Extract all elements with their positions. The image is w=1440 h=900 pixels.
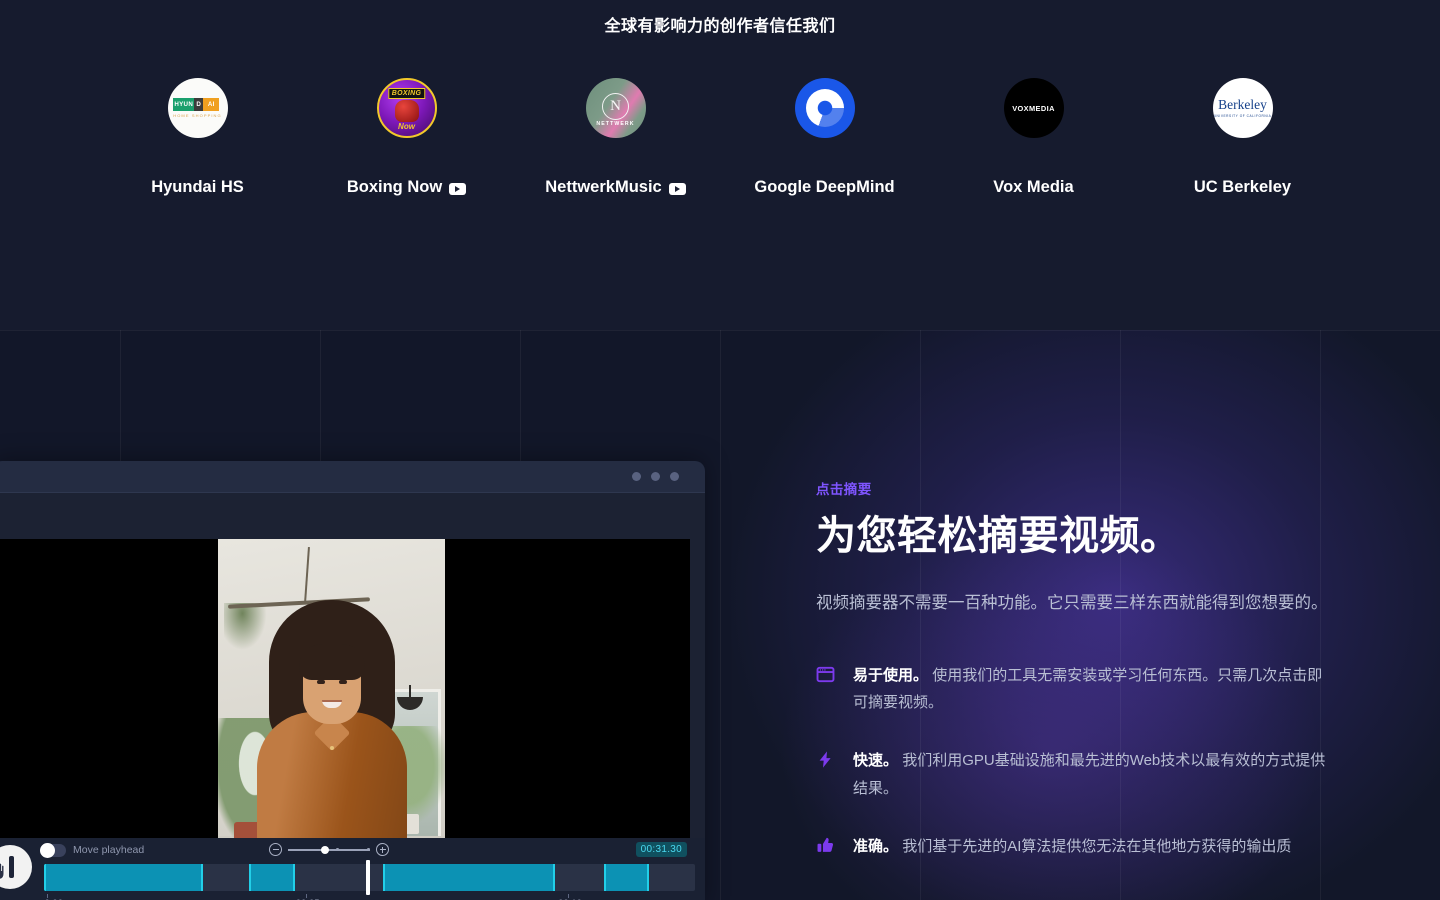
brand-label: Boxing Now — [346, 178, 467, 197]
brand-label: UC Berkeley — [1194, 178, 1291, 197]
timeline-clip[interactable] — [603, 864, 650, 891]
timeline-clip[interactable] — [44, 864, 204, 891]
eyebrow-label: 点击摘要 — [816, 482, 872, 497]
feature-item-accurate: 准确。 我们基于先进的AI算法提供您无法在其他地方获得的输出质 — [816, 833, 1336, 861]
brand-logo-row: HYUN D AI HOME SHOPPING Hyundai HS BOXIN… — [0, 78, 1440, 197]
brand-label-text: Google DeepMind — [754, 178, 895, 196]
lightning-bolt-icon — [816, 747, 836, 774]
deepmind-swirl-shape — [805, 89, 844, 127]
brand-label-text: UC Berkeley — [1193, 178, 1292, 196]
timeline-playhead[interactable] — [365, 860, 370, 895]
toggle-knob — [40, 843, 55, 858]
google-deepmind-logo — [794, 78, 855, 138]
brand-item-boxing-now[interactable]: BOXING Now Boxing Now — [302, 78, 511, 197]
thumbs-up-icon — [816, 833, 836, 860]
brand-label-text: Vox Media — [993, 178, 1074, 196]
timeline-controls: Move playhead 00:31.30 — [0, 838, 705, 864]
brand-item-vox-media[interactable]: VOXMEDIA Vox Media — [929, 78, 1138, 197]
hyundai-wordmark-right: AI — [203, 98, 220, 111]
youtube-icon — [449, 182, 467, 195]
trusted-by-section: 全球有影响力的创作者信任我们 HYUN D AI HOME SHOPPING H — [0, 0, 1440, 330]
hyundai-subtext: HOME SHOPPING — [173, 113, 222, 118]
plus-circle-icon[interactable] — [376, 843, 389, 856]
lede-paragraph: 视频摘要器不需要一百种功能。它只需要三样东西就能得到您想要的。 — [816, 594, 1328, 613]
zoom-slider-handle[interactable] — [321, 845, 329, 854]
nettwerk-subtext: NETTWERK — [596, 121, 635, 127]
brand-label-text: Hyundai HS — [151, 178, 244, 196]
berkeley-subtext: UNIVERSITY OF CALIFORNIA — [1213, 113, 1272, 118]
brand-label-text: NettwerkMusic — [545, 178, 662, 196]
feature-title: 快速。 — [853, 752, 899, 770]
window-dot-icon[interactable] — [632, 472, 641, 481]
zoom-slider-tick — [367, 848, 370, 851]
hyundai-wordmark-left: HYUN — [173, 98, 195, 111]
window-dots — [632, 472, 679, 481]
video-preview-stage[interactable] — [0, 539, 690, 862]
nettwerk-monogram: N — [602, 92, 629, 120]
move-playhead-toggle[interactable] — [40, 843, 66, 858]
berkeley-wordmark: Berkeley — [1218, 97, 1267, 113]
vox-wordmark: VOXMEDIA — [1012, 103, 1055, 113]
zoom-slider-tick — [336, 848, 339, 851]
zoom-control[interactable] — [269, 843, 389, 856]
zoom-slider-track — [288, 849, 370, 851]
brand-label: Google DeepMind — [754, 178, 894, 197]
boxing-glove-shape — [394, 100, 419, 122]
video-editor-window: Move playhead 00:31.30 — [0, 461, 705, 900]
editor-titlebar — [0, 461, 705, 493]
window-dot-icon[interactable] — [651, 472, 660, 481]
editor-body: Move playhead 00:31.30 — [0, 493, 705, 900]
uc-berkeley-logo: Berkeley UNIVERSITY OF CALIFORNIA — [1212, 78, 1273, 138]
feature-item-easy-to-use: 易于使用。 使用我们的工具无需安装或学习任何东西。只需几次点击即可摘要视频。 — [816, 662, 1336, 718]
timecode-badge: 00:31.30 — [635, 842, 687, 857]
grab-cursor-icon — [0, 862, 5, 880]
feature-text: 准确。 我们基于先进的AI算法提供您无法在其他地方获得的输出质 — [853, 833, 1291, 861]
zoom-slider[interactable] — [288, 843, 370, 856]
youtube-icon — [668, 182, 686, 195]
feature-text: 快速。 我们利用GPU基础设施和最先进的Web技术以最有效的方式提供结果。 — [853, 747, 1336, 803]
video-frame — [218, 539, 445, 862]
nettwerk-music-logo: N NETTWERK — [585, 78, 646, 138]
feature-copy-panel: 点击摘要 为您轻松摘要视频。 视频摘要器不需要一百种功能。它只需要三样东西就能得… — [816, 478, 1336, 891]
feature-item-fast: 快速。 我们利用GPU基础设施和最先进的Web技术以最有效的方式提供结果。 — [816, 747, 1336, 803]
page-title: 为您轻松摘要视频。 — [816, 514, 1181, 558]
feature-body: 我们基于先进的AI算法提供您无法在其他地方获得的输出质 — [902, 838, 1292, 856]
hyundai-wordmark-mid: D — [194, 98, 204, 111]
move-playhead-label: Move playhead — [73, 844, 145, 856]
boxing-wordmark: BOXING — [387, 88, 426, 99]
timeline-bar: Move playhead 00:31.30 — [0, 838, 705, 900]
hyundai-home-shopping-logo: HYUN D AI HOME SHOPPING — [167, 78, 228, 138]
minus-circle-icon[interactable] — [269, 843, 282, 856]
brand-label: Vox Media — [993, 178, 1073, 197]
feature-text: 易于使用。 使用我们的工具无需安装或学习任何东西。只需几次点击即可摘要视频。 — [853, 662, 1336, 718]
timeline-ruler: 0:00 00:05 00:10 — [44, 894, 695, 900]
feature-list: 易于使用。 使用我们的工具无需安装或学习任何东西。只需几次点击即可摘要视频。 快… — [816, 662, 1336, 861]
timeline-clip[interactable] — [249, 864, 295, 891]
drag-handle-bar — [8, 856, 14, 878]
brand-item-hyundai-hs[interactable]: HYUN D AI HOME SHOPPING Hyundai HS — [93, 78, 302, 197]
brand-item-nettwerkmusic[interactable]: N NETTWERK NettwerkMusic — [511, 78, 720, 197]
window-dot-icon[interactable] — [670, 472, 679, 481]
brand-label-text: Boxing Now — [346, 178, 443, 196]
page-root: 全球有影响力的创作者信任我们 HYUN D AI HOME SHOPPING H — [0, 0, 1440, 900]
boxing-now-subtext: Now — [398, 122, 415, 131]
feature-title: 易于使用。 — [853, 666, 929, 684]
feature-body: 我们利用GPU基础设施和最先进的Web技术以最有效的方式提供结果。 — [853, 752, 1326, 798]
brand-item-uc-berkeley[interactable]: Berkeley UNIVERSITY OF CALIFORNIA UC Ber… — [1138, 78, 1347, 197]
brand-label: NettwerkMusic — [545, 178, 686, 197]
brand-item-google-deepmind[interactable]: Google DeepMind — [720, 78, 929, 197]
browser-window-icon — [816, 662, 836, 689]
boxing-now-logo: BOXING Now — [376, 78, 437, 138]
vox-media-logo: VOXMEDIA — [1003, 78, 1064, 138]
feature-title: 准确。 — [853, 838, 899, 856]
timeline-track-area[interactable]: 0:00 00:05 00:10 — [0, 860, 705, 900]
brand-label: Hyundai HS — [151, 178, 244, 197]
timeline-clip[interactable] — [382, 864, 556, 891]
trusted-by-title: 全球有影响力的创作者信任我们 — [604, 18, 836, 35]
